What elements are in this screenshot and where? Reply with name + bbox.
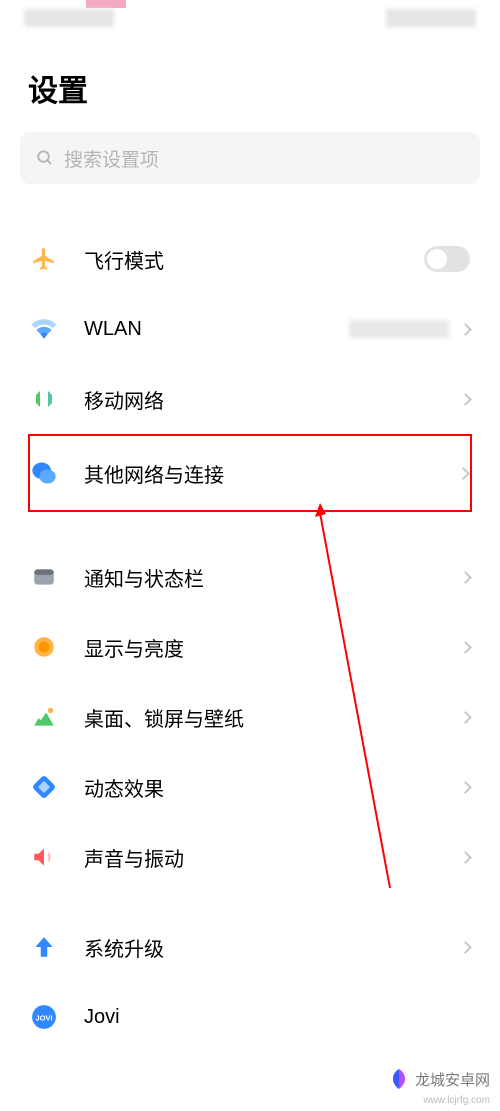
airplane-icon (30, 245, 58, 273)
watermark: 龙城安卓网 (387, 1067, 490, 1091)
airplane-toggle[interactable] (424, 246, 470, 272)
effects-icon (30, 773, 58, 801)
row-airplane-mode[interactable]: 飞行模式 (0, 224, 500, 294)
watermark-url: www.lcjrfg.com (423, 1095, 490, 1106)
wlan-value-blur (349, 320, 449, 338)
row-mobile-network[interactable]: 移动网络 (0, 364, 500, 434)
mobile-network-icon (30, 385, 58, 413)
row-label: 声音与振动 (84, 843, 461, 872)
network-connections-icon (30, 459, 58, 487)
row-label: 飞行模式 (84, 245, 424, 274)
svg-text:JOVI: JOVI (35, 1013, 52, 1022)
row-other-network[interactable]: 其他网络与连接 (28, 434, 472, 512)
chevron-right-icon (459, 571, 472, 584)
sound-icon (30, 843, 58, 871)
upgrade-icon (30, 933, 58, 961)
row-label: 系统升级 (84, 933, 461, 962)
row-notification[interactable]: 通知与状态栏 (0, 542, 500, 612)
watermark-text: 龙城安卓网 (415, 1069, 490, 1090)
row-label: 显示与亮度 (84, 633, 461, 662)
row-label: 动态效果 (84, 773, 461, 802)
row-system-upgrade[interactable]: 系统升级 (0, 912, 500, 982)
row-label: Jovi (84, 1006, 470, 1029)
status-bar (0, 0, 500, 36)
chevron-right-icon (459, 641, 472, 654)
status-left-blur (24, 9, 114, 27)
chevron-right-icon (459, 851, 472, 864)
row-label: 移动网络 (84, 385, 461, 414)
status-right-blur (386, 9, 476, 27)
watermark-logo-icon (387, 1067, 411, 1091)
chevron-right-icon (457, 467, 470, 480)
chevron-right-icon (459, 941, 472, 954)
row-display[interactable]: 显示与亮度 (0, 612, 500, 682)
chevron-right-icon (459, 393, 472, 406)
wallpaper-icon (30, 703, 58, 731)
row-desktop[interactable]: 桌面、锁屏与壁纸 (0, 682, 500, 752)
chevron-right-icon (459, 711, 472, 724)
wifi-icon (30, 315, 58, 343)
row-label: 通知与状态栏 (84, 563, 461, 592)
notch-indicator (86, 0, 126, 8)
search-placeholder: 搜索设置项 (64, 145, 159, 172)
row-jovi[interactable]: JOVI Jovi (0, 982, 500, 1052)
page-title: 设置 (0, 36, 500, 132)
row-wlan[interactable]: WLAN (0, 294, 500, 364)
notification-icon (30, 563, 58, 591)
jovi-icon: JOVI (30, 1003, 58, 1031)
row-label: 桌面、锁屏与壁纸 (84, 703, 461, 732)
brightness-icon (30, 633, 58, 661)
search-input[interactable]: 搜索设置项 (20, 132, 480, 184)
row-label: WLAN (84, 318, 349, 341)
search-icon (36, 149, 54, 167)
chevron-right-icon (459, 323, 472, 336)
row-label: 其他网络与连接 (84, 459, 459, 488)
chevron-right-icon (459, 781, 472, 794)
row-effects[interactable]: 动态效果 (0, 752, 500, 822)
row-sound[interactable]: 声音与振动 (0, 822, 500, 892)
